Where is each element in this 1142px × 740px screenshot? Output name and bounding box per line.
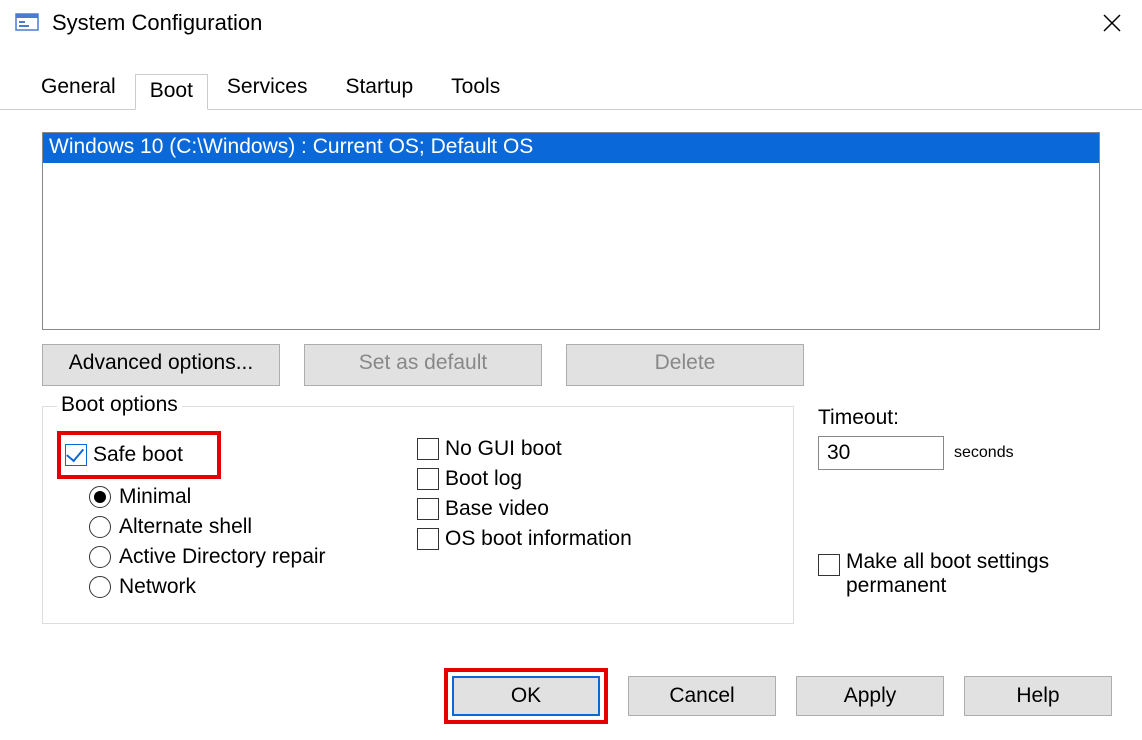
radio-network[interactable]: Network	[89, 575, 417, 599]
tab-services[interactable]: Services	[208, 66, 327, 109]
os-list[interactable]: Windows 10 (C:\Windows) : Current OS; De…	[42, 132, 1100, 330]
set-as-default-button: Set as default	[304, 344, 542, 386]
base-video-label: Base video	[445, 497, 549, 521]
radio-minimal[interactable]: Minimal	[89, 485, 417, 509]
no-gui-boot-label: No GUI boot	[445, 437, 562, 461]
make-permanent-checkbox[interactable]: Make all boot settings permanent	[818, 550, 1100, 598]
titlebar: System Configuration	[0, 0, 1142, 46]
checkbox-icon	[818, 554, 840, 576]
radio-altshell-label: Alternate shell	[119, 515, 252, 539]
radio-network-label: Network	[119, 575, 196, 599]
boot-log-label: Boot log	[445, 467, 522, 491]
tab-boot[interactable]: Boot	[135, 74, 208, 110]
window-title: System Configuration	[52, 10, 262, 36]
radio-adrepair-label: Active Directory repair	[119, 545, 326, 569]
apply-button[interactable]: Apply	[796, 676, 944, 716]
checkbox-icon	[417, 438, 439, 460]
advanced-options-button[interactable]: Advanced options...	[42, 344, 280, 386]
system-configuration-window: System Configuration General Boot Servic…	[0, 0, 1142, 740]
tab-startup[interactable]: Startup	[326, 66, 432, 109]
safe-boot-label: Safe boot	[93, 443, 183, 467]
radio-icon	[89, 516, 111, 538]
tab-tools[interactable]: Tools	[432, 66, 519, 109]
ok-highlight: OK	[444, 668, 608, 724]
checkbox-icon	[417, 468, 439, 490]
base-video-checkbox[interactable]: Base video	[417, 497, 779, 521]
safe-boot-highlight: Safe boot	[57, 431, 221, 479]
cancel-button[interactable]: Cancel	[628, 676, 776, 716]
boot-options-legend: Boot options	[57, 393, 182, 417]
delete-button: Delete	[566, 344, 804, 386]
tab-general[interactable]: General	[22, 66, 135, 109]
radio-icon	[89, 546, 111, 568]
dialog-button-row: OK Cancel Apply Help	[444, 668, 1112, 724]
make-permanent-label: Make all boot settings permanent	[846, 550, 1076, 598]
help-button[interactable]: Help	[964, 676, 1112, 716]
radio-icon	[89, 486, 111, 508]
os-boot-info-checkbox[interactable]: OS boot information	[417, 527, 779, 551]
boot-log-checkbox[interactable]: Boot log	[417, 467, 779, 491]
ok-button[interactable]: OK	[452, 676, 600, 716]
radio-minimal-label: Minimal	[119, 485, 191, 509]
timeout-suffix: seconds	[954, 444, 1014, 462]
msconfig-icon	[14, 11, 42, 35]
checkbox-icon	[417, 528, 439, 550]
tabstrip: General Boot Services Startup Tools	[0, 46, 1142, 110]
checkbox-icon	[65, 444, 87, 466]
radio-icon	[89, 576, 111, 598]
boot-options-group: Boot options Safe boot Minimal	[42, 406, 794, 624]
radio-alternate-shell[interactable]: Alternate shell	[89, 515, 417, 539]
timeout-area: Timeout: seconds Make all boot settings …	[818, 406, 1100, 624]
close-button[interactable]	[1082, 0, 1142, 46]
timeout-label: Timeout:	[818, 406, 1100, 430]
no-gui-boot-checkbox[interactable]: No GUI boot	[417, 437, 779, 461]
boot-tab-content: Windows 10 (C:\Windows) : Current OS; De…	[0, 110, 1142, 624]
os-list-item[interactable]: Windows 10 (C:\Windows) : Current OS; De…	[43, 133, 1099, 163]
checkbox-icon	[417, 498, 439, 520]
os-boot-info-label: OS boot information	[445, 527, 632, 551]
timeout-input[interactable]	[818, 436, 944, 470]
safe-boot-checkbox[interactable]: Safe boot	[65, 443, 183, 467]
mid-button-row: Advanced options... Set as default Delet…	[42, 344, 1100, 386]
radio-ad-repair[interactable]: Active Directory repair	[89, 545, 417, 569]
